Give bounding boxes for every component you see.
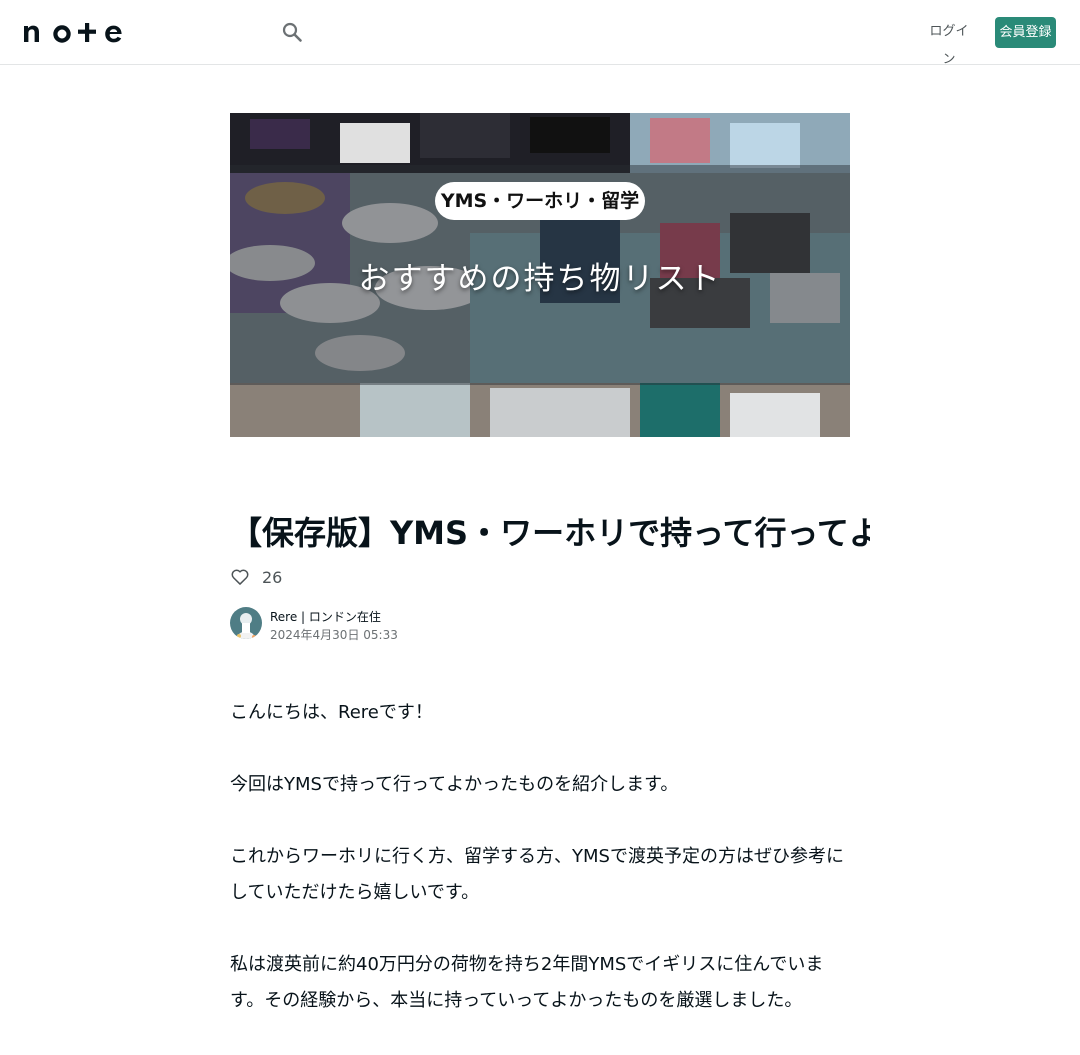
search-icon	[282, 22, 302, 42]
body-paragraph: これからワーホリに行く方、留学する方、YMSで渡英予定の方はぜひ参考にしていただ…	[230, 846, 844, 903]
article-title: 【保存版】YMS・ワーホリで持って行ってよかったもの全部紹介	[230, 514, 870, 552]
avatar-illustration	[230, 607, 262, 639]
note-logo[interactable]	[24, 20, 124, 44]
signup-button[interactable]: 会員登録	[995, 17, 1056, 48]
body-paragraph: 私は渡英前に約40万円分の荷物を持ち2年間YMSでイギリスに住んでいます。その経…	[230, 954, 824, 1011]
author-name[interactable]: Rere | ロンドン在住	[270, 608, 381, 625]
hero-title-text: おすすめの持ち物リスト	[358, 261, 722, 297]
like-count: 26	[262, 567, 283, 587]
login-link[interactable]: ログイン	[926, 18, 972, 67]
hero-image: YMS・ワーホリ・留学 おすすめの持ち物リスト	[230, 113, 850, 437]
body-paragraph: 今回はYMSで持って行ってよかったものを紹介します。	[230, 774, 679, 795]
like-row: 26	[230, 565, 282, 589]
article-body: こんにちは、Rereです！ 今回はYMSで持って行ってよかったものを紹介します。…	[230, 695, 850, 1055]
heart-icon[interactable]	[230, 567, 250, 587]
search-button[interactable]	[280, 20, 304, 44]
hero-category-pill: YMS・ワーホリ・留学	[435, 182, 645, 220]
author-avatar[interactable]	[230, 607, 262, 639]
site-header: ログイン 会員登録	[0, 0, 1080, 67]
publish-date: 2024年4月30日 05:33	[270, 628, 398, 642]
body-paragraph: こんにちは、Rereです！	[230, 702, 433, 723]
